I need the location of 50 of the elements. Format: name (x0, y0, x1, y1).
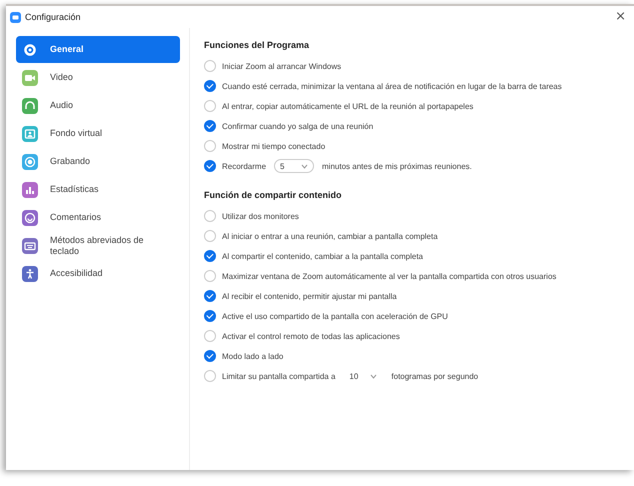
option-label: Al compartir el contenido, cambiar a la pantalla completa (222, 252, 423, 260)
option-label: minutos antes de mis próximas reuniones. (322, 162, 472, 170)
sidebar-item[interactable]: Audio (16, 92, 180, 119)
sidebar-item[interactable]: General (16, 36, 180, 63)
checkbox[interactable] (204, 270, 216, 282)
option-label: Iniciar Zoom al arrancar Windows (222, 62, 342, 70)
option-label: Confirmar cuando yo salga de una reunión (222, 122, 374, 130)
caret-icon (301, 164, 308, 168)
sidebar-item[interactable]: Fondo virtual (16, 120, 180, 147)
option-label: Al recibir el contenido, permitir ajustar mi pantalla (222, 292, 397, 300)
option-label: Limitar su pantalla compartida a (222, 372, 336, 380)
option-label: fotogramas por segundo (391, 372, 478, 380)
sidebar-item[interactable]: Comentarios (16, 204, 180, 231)
window-title: Configuración (25, 12, 81, 22)
checkbox[interactable] (204, 330, 216, 342)
dropdown[interactable]: 10 (343, 369, 384, 383)
option-label: Recordarme (222, 162, 266, 170)
option-label: Al entrar, copiar automáticamente el URL de la reunión al portapapeles (222, 102, 474, 110)
section-heading: Funciones del Programa (204, 40, 310, 50)
option-label: Modo lado a lado (222, 352, 284, 360)
section-heading: Función de compartir contenido (204, 190, 343, 200)
sidebar-item[interactable]: Grabando (16, 148, 180, 175)
option-label: Maximizar ventana de Zoom automáticamente al ver la pantalla compartida con otros usuarios (222, 272, 556, 280)
checkbox[interactable] (204, 100, 216, 112)
dropdown[interactable]: 5 (274, 159, 314, 173)
option-label: Cuando esté cerrada, minimizar la ventana al área de notificación en lugar de la barra de tareas (222, 82, 562, 90)
checkbox[interactable] (204, 310, 216, 322)
checkbox[interactable] (204, 290, 216, 302)
caret-icon (370, 374, 378, 378)
checkbox[interactable] (204, 60, 216, 72)
checkbox[interactable] (204, 250, 216, 262)
sidebar-item[interactable]: Accesibilidad (16, 260, 180, 287)
checkbox[interactable] (204, 80, 216, 92)
sidebar-item[interactable]: Video (16, 64, 180, 91)
option-label: Activar el control remoto de todas las aplicaciones (222, 332, 400, 340)
checkbox[interactable] (204, 370, 216, 382)
option-label: Utilizar dos monitores (222, 212, 299, 220)
checkbox[interactable] (204, 230, 216, 242)
checkbox[interactable] (204, 140, 216, 152)
checkbox[interactable] (204, 210, 216, 222)
checkbox[interactable] (204, 120, 216, 132)
sidebar-item[interactable]: Estadísticas (16, 176, 180, 203)
app-icon (10, 12, 21, 22)
close-button[interactable]: × (611, 10, 630, 24)
option-label: Al iniciar o entrar a una reunión, cambiar a pantalla completa (222, 232, 438, 240)
checkbox[interactable] (204, 350, 216, 362)
sidebar-item[interactable]: Métodos abreviados de teclado (16, 232, 180, 259)
option-label: Active el uso compartido de la pantalla con aceleración de GPU (222, 312, 448, 320)
checkbox[interactable] (204, 160, 216, 172)
option-label: Mostrar mi tiempo conectado (222, 142, 326, 150)
